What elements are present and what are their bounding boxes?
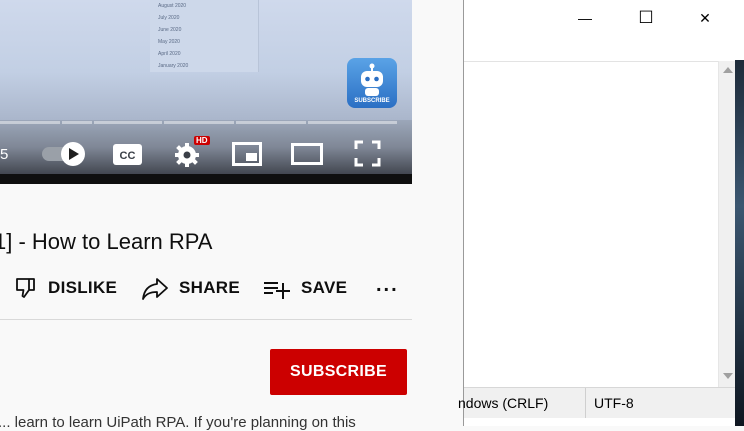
time-display: 5 — [0, 146, 9, 163]
window-titlebar[interactable]: — ☐ ✕ — [464, 0, 744, 61]
divider — [0, 319, 412, 320]
video-title: 1] - How to Learn RPA — [0, 229, 213, 254]
fullscreen-button[interactable] — [354, 140, 381, 172]
youtube-pane: August 2020 July 2020 June 2020 May 2020… — [0, 0, 463, 431]
svg-text:CC: CC — [120, 150, 136, 162]
description-text: ... learn to learn UiPath RPA. If you're… — [0, 414, 356, 431]
hd-badge: HD — [194, 136, 210, 145]
theater-icon — [291, 143, 323, 165]
scroll-up-icon[interactable] — [723, 67, 733, 73]
more-icon: ... — [376, 273, 399, 296]
video-menu-item: April 2020 — [158, 51, 181, 57]
watermark-label: SUBSCRIBE — [354, 98, 390, 104]
video-menu-item: January 2020 — [158, 63, 189, 69]
captions-icon: CC — [113, 144, 142, 165]
status-bar: ndows (CRLF) UTF-8 — [458, 387, 736, 418]
maximize-icon: ☐ — [638, 8, 654, 27]
video-bottom-bar — [0, 174, 412, 184]
scroll-down-icon[interactable] — [723, 373, 733, 379]
encoding-status: UTF-8 — [594, 395, 634, 411]
close-icon: ✕ — [699, 9, 711, 26]
miniplayer-icon — [232, 142, 262, 166]
line-ending-status: ndows (CRLF) — [458, 395, 549, 411]
theater-mode-button[interactable] — [291, 143, 323, 170]
autoplay-toggle-icon — [42, 142, 85, 166]
video-menu-item: May 2020 — [158, 39, 180, 45]
maximize-button[interactable]: ☐ — [623, 0, 669, 36]
video-menu-item: July 2020 — [158, 15, 180, 21]
dislike-button[interactable]: DISLIKE — [14, 274, 117, 302]
minimize-icon: — — [578, 10, 592, 26]
autoplay-toggle[interactable] — [42, 141, 86, 172]
subscribe-button[interactable]: SUBSCRIBE — [270, 349, 407, 395]
thumbs-down-icon — [16, 278, 35, 298]
dislike-label: DISLIKE — [48, 278, 118, 297]
desktop-background — [735, 60, 744, 426]
share-button[interactable]: SHARE — [142, 274, 240, 302]
save-label: SAVE — [301, 278, 348, 297]
status-divider — [585, 388, 586, 418]
playlist-add-icon — [264, 282, 290, 299]
video-menu-item: August 2020 — [158, 3, 187, 9]
miniplayer-button[interactable] — [232, 142, 262, 171]
progress-bar[interactable] — [0, 121, 397, 124]
close-button[interactable]: ✕ — [682, 0, 728, 36]
video-player[interactable]: August 2020 July 2020 June 2020 May 2020… — [0, 0, 412, 184]
share-arrow-icon — [142, 278, 168, 300]
captions-button[interactable]: CC — [113, 144, 142, 170]
more-actions-button[interactable]: ... — [376, 271, 399, 299]
channel-watermark[interactable]: SUBSCRIBE — [347, 58, 397, 108]
save-button[interactable]: SAVE — [263, 274, 347, 302]
text-editor-area[interactable] — [464, 61, 718, 388]
video-menu-list: August 2020 July 2020 June 2020 May 2020… — [150, 0, 259, 72]
notepad-window: — ☐ ✕ ndows (CRLF) UTF-8 — [458, 0, 744, 426]
settings-button[interactable]: HD — [174, 136, 210, 173]
fullscreen-icon — [354, 140, 381, 167]
minimize-button[interactable]: — — [562, 0, 608, 36]
video-menu-item: June 2020 — [158, 27, 182, 33]
share-label: SHARE — [179, 278, 241, 297]
